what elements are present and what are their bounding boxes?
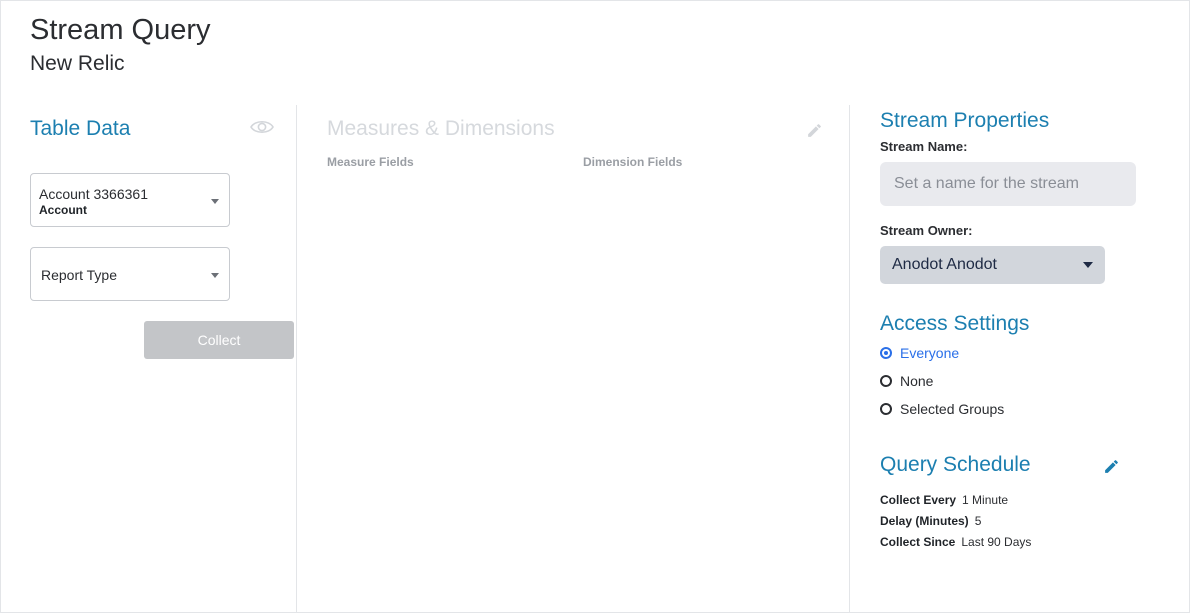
column-divider-left xyxy=(296,105,297,613)
radio-icon[interactable] xyxy=(880,375,892,387)
access-option-none[interactable]: None xyxy=(880,372,933,390)
schedule-value: 5 xyxy=(974,514,982,528)
table-data-heading: Table Data xyxy=(30,117,131,140)
stream-owner-value: Anodot Anodot xyxy=(892,256,997,273)
caret-down-icon xyxy=(211,199,219,204)
radio-icon[interactable] xyxy=(880,403,892,415)
page-frame xyxy=(0,0,1190,613)
schedule-label: Collect Every xyxy=(880,493,957,507)
column-divider-right xyxy=(849,105,850,613)
schedule-row-collect-every: Collect Every 1 Minute xyxy=(880,493,1008,507)
measure-fields-label: Measure Fields xyxy=(327,155,414,169)
stream-owner-label: Stream Owner: xyxy=(880,223,973,238)
account-select[interactable]: Account 3366361 Account xyxy=(30,173,230,227)
pencil-icon[interactable] xyxy=(1103,458,1120,475)
measures-dimensions-heading: Measures & Dimensions xyxy=(327,117,555,140)
schedule-row-delay: Delay (Minutes) 5 xyxy=(880,514,981,528)
pencil-icon[interactable] xyxy=(806,122,823,139)
access-settings-heading: Access Settings xyxy=(880,312,1030,335)
stream-name-label: Stream Name: xyxy=(880,139,968,154)
access-option-selected-groups[interactable]: Selected Groups xyxy=(880,400,1004,418)
stream-name-input[interactable] xyxy=(880,162,1136,206)
page-title: Stream Query xyxy=(30,14,211,46)
caret-down-icon xyxy=(1083,262,1093,268)
access-option-label: Selected Groups xyxy=(900,401,1005,417)
radio-selected-icon[interactable] xyxy=(880,347,892,359)
stream-properties-heading: Stream Properties xyxy=(880,109,1050,132)
dimension-fields-label: Dimension Fields xyxy=(583,155,683,169)
access-option-label: None xyxy=(900,373,934,389)
query-schedule-heading: Query Schedule xyxy=(880,453,1031,476)
schedule-value: Last 90 Days xyxy=(961,535,1032,549)
stream-owner-select[interactable]: Anodot Anodot xyxy=(880,246,1105,284)
report-type-select-value: Report Type xyxy=(41,267,118,283)
access-option-label: Everyone xyxy=(900,345,960,361)
account-select-value: Account 3366361 xyxy=(39,186,148,202)
report-type-select[interactable]: Report Type xyxy=(30,247,230,301)
schedule-value: 1 Minute xyxy=(962,493,1009,507)
schedule-label: Delay (Minutes) xyxy=(880,514,969,528)
page-subtitle: New Relic xyxy=(30,52,125,75)
caret-down-icon xyxy=(211,273,219,278)
account-select-label: Account xyxy=(39,203,87,217)
collect-button[interactable]: Collect xyxy=(144,321,294,359)
schedule-label: Collect Since xyxy=(880,535,956,549)
eye-icon[interactable] xyxy=(250,118,274,136)
access-option-everyone[interactable]: Everyone xyxy=(880,344,959,362)
schedule-row-collect-since: Collect Since Last 90 Days xyxy=(880,535,1031,549)
